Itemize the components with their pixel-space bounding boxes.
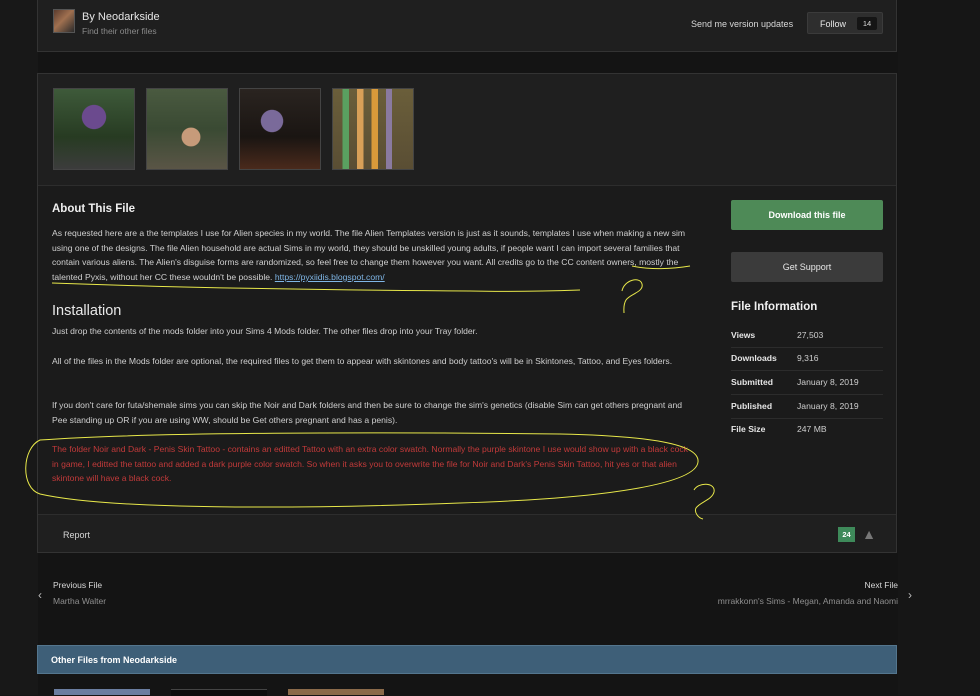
file-panel: About This File As requested here are a … (37, 73, 897, 553)
file-information-title: File Information (731, 301, 818, 313)
installation-warning: The folder Noir and Dark - Penis Skin Ta… (52, 444, 688, 484)
installation-title: Installation (52, 303, 122, 319)
download-button[interactable]: Download this file (731, 200, 883, 230)
file-footer: Report 24 ▲ (38, 514, 896, 553)
about-title: About This File (52, 203, 136, 215)
info-value: 247 MB (797, 424, 827, 434)
info-value: 9,316 (797, 353, 819, 363)
other-file-thumbnail-1[interactable] (54, 689, 150, 695)
installation-paragraph-2: All of the files in the Mods folder are … (52, 356, 673, 366)
info-key: Downloads (731, 353, 777, 363)
info-row-published: Published January 8, 2019 (731, 395, 883, 419)
report-link[interactable]: Report (63, 530, 90, 540)
installation-paragraph-1: Just drop the contents of the mods folde… (52, 326, 478, 336)
screenshot-thumbnail-4[interactable] (332, 88, 414, 170)
left-background (0, 0, 38, 695)
send-updates-link[interactable]: Send me version updates (691, 19, 793, 29)
follow-label: Follow (820, 19, 847, 29)
other-file-thumbnail-3[interactable] (288, 689, 384, 695)
previous-file-label: Previous File (53, 580, 103, 590)
chevron-right-icon: › (908, 588, 912, 602)
info-key: Published (731, 401, 773, 411)
info-row-submitted: Submitted January 8, 2019 (731, 371, 883, 395)
info-key: Submitted (731, 377, 774, 387)
reputation-count: 24 (838, 527, 855, 542)
follow-button[interactable]: Follow 14 (807, 12, 883, 34)
find-other-files-link[interactable]: Find their other files (82, 26, 157, 36)
installation-paragraph-3: If you don't care for futa/shemale sims … (52, 400, 683, 425)
screenshot-thumbnail-2[interactable] (146, 88, 228, 170)
get-support-button[interactable]: Get Support (731, 252, 883, 282)
other-files-header: Other Files from Neodarkside (37, 645, 897, 674)
next-file-nav[interactable]: › Next File mrrakkonn's Sims - Megan, Am… (717, 580, 912, 606)
next-file-title: mrrakkonn's Sims - Megan, Amanda and Nao… (717, 596, 898, 606)
info-value: January 8, 2019 (797, 401, 859, 411)
about-text: As requested here are a the templates I … (52, 226, 692, 284)
info-row-downloads: Downloads 9,316 (731, 347, 883, 371)
next-file-label: Next File (864, 580, 898, 590)
info-key: File Size (731, 424, 766, 434)
info-key: Views (731, 330, 756, 340)
info-value: 27,503 (797, 330, 824, 340)
author-avatar[interactable] (53, 9, 75, 33)
screenshot-thumbnail-3[interactable] (239, 88, 321, 170)
screenshot-thumbnail-1[interactable] (53, 88, 135, 170)
file-content: About This File As requested here are a … (38, 185, 896, 514)
follow-count-badge: 14 (857, 17, 877, 30)
pyxiidis-link[interactable]: https://pyxiidis.blogspot.com/ (275, 272, 385, 282)
info-row-views: Views 27,503 (731, 324, 883, 348)
chevron-left-icon: ‹ (38, 588, 42, 602)
author-name[interactable]: By Neodarkside (82, 11, 160, 23)
thumbs-up-icon[interactable]: ▲ (860, 525, 878, 543)
previous-file-title: Martha Walter (53, 596, 107, 606)
author-panel: By Neodarkside Find their other files Se… (37, 0, 897, 52)
other-files-title: Other Files from Neodarkside (51, 655, 178, 665)
info-row-file-size: File Size 247 MB (731, 418, 883, 441)
info-value: January 8, 2019 (797, 377, 859, 387)
previous-file-nav[interactable]: ‹ Previous File Martha Walter (38, 580, 106, 606)
